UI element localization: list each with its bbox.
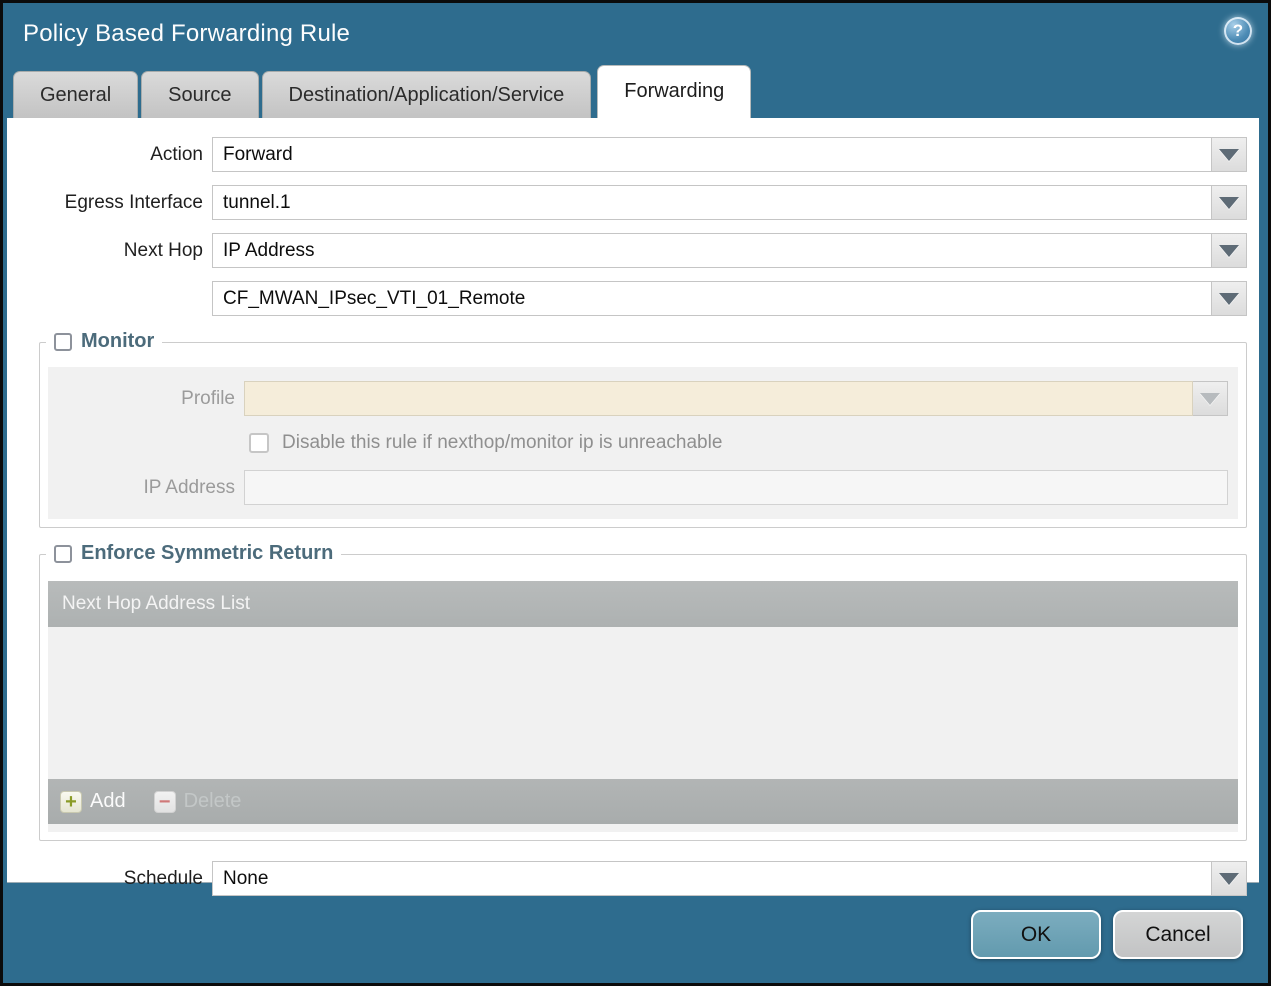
monitor-group: Monitor Profile Disable this rule if nex… — [39, 330, 1247, 528]
disable-rule-label: Disable this rule if nexthop/monitor ip … — [282, 432, 723, 453]
delete-button: − Delete — [153, 790, 241, 813]
next-hop-address-table: Next Hop Address List + Add − Delete — [48, 581, 1238, 832]
egress-interface-dropdown-button[interactable] — [1212, 185, 1247, 220]
chevron-down-icon — [1219, 292, 1239, 305]
profile-label: Profile — [181, 387, 235, 409]
egress-interface-select[interactable]: tunnel.1 — [212, 185, 1212, 220]
monitor-checkbox[interactable] — [54, 332, 72, 351]
add-button[interactable]: + Add — [60, 790, 126, 813]
help-icon[interactable]: ? — [1224, 17, 1252, 45]
next-hop-address-list-body — [48, 627, 1238, 779]
monitor-legend-label: Monitor — [81, 330, 155, 352]
action-dropdown-button[interactable] — [1212, 137, 1247, 172]
table-toolbar: + Add − Delete — [48, 779, 1238, 824]
action-row: Action Forward — [7, 137, 1259, 172]
egress-interface-label: Egress Interface — [64, 191, 203, 213]
chevron-down-icon — [1219, 196, 1239, 209]
titlebar: Policy Based Forwarding Rule ? — [3, 3, 1268, 65]
monitor-ip-address-row: IP Address — [48, 470, 1238, 505]
egress-interface-row: Egress Interface tunnel.1 — [7, 185, 1259, 220]
enforce-symmetric-return-checkbox[interactable] — [54, 544, 72, 563]
chevron-down-icon — [1219, 244, 1239, 257]
cancel-button[interactable]: Cancel — [1113, 910, 1243, 959]
chevron-down-icon — [1219, 148, 1239, 161]
ok-button[interactable]: OK — [971, 910, 1101, 959]
next-hop-type-select[interactable]: IP Address — [212, 233, 1212, 268]
profile-dropdown-button — [1193, 381, 1228, 416]
action-select[interactable]: Forward — [212, 137, 1212, 172]
tab-strip: General Source Destination/Application/S… — [3, 65, 1268, 118]
symmetric-return-legend: Enforce Symmetric Return — [46, 542, 342, 565]
next-hop-address-dropdown-button[interactable] — [1212, 281, 1247, 316]
next-hop-address-list-header: Next Hop Address List — [48, 581, 1238, 627]
tab-source[interactable]: Source — [141, 71, 259, 118]
next-hop-address-row: CF_MWAN_IPsec_VTI_01_Remote — [7, 281, 1259, 316]
profile-select — [244, 381, 1193, 416]
pbf-rule-dialog: Policy Based Forwarding Rule ? General S… — [0, 0, 1271, 986]
monitor-ip-address-label: IP Address — [143, 476, 235, 498]
action-label: Action — [150, 143, 203, 165]
monitor-legend: Monitor — [46, 330, 163, 353]
forwarding-tab-panel: Action Forward Egress Interface tunnel.1… — [7, 118, 1259, 896]
schedule-dropdown-button[interactable] — [1212, 861, 1247, 896]
table-bottom-strip — [48, 824, 1238, 832]
chevron-down-icon — [1219, 872, 1239, 885]
monitor-ip-address-input — [244, 470, 1228, 505]
disable-rule-checkbox — [249, 433, 269, 453]
schedule-row: Schedule None — [7, 861, 1259, 896]
dialog-title: Policy Based Forwarding Rule — [23, 20, 351, 47]
monitor-panel: Profile Disable this rule if nexthop/mon… — [48, 367, 1238, 519]
next-hop-address-select[interactable]: CF_MWAN_IPsec_VTI_01_Remote — [212, 281, 1212, 316]
next-hop-row: Next Hop IP Address — [7, 233, 1259, 268]
symmetric-return-legend-label: Enforce Symmetric Return — [81, 542, 334, 564]
schedule-label: Schedule — [123, 867, 203, 889]
disable-rule-row: Disable this rule if nexthop/monitor ip … — [249, 432, 1238, 454]
chevron-down-icon — [1200, 392, 1220, 405]
tab-general[interactable]: General — [13, 71, 139, 118]
next-hop-type-dropdown-button[interactable] — [1212, 233, 1247, 268]
tab-destination-application-service[interactable]: Destination/Application/Service — [261, 71, 592, 118]
symmetric-return-group: Enforce Symmetric Return Next Hop Addres… — [39, 542, 1247, 841]
add-icon: + — [60, 790, 82, 813]
next-hop-label: Next Hop — [123, 239, 203, 261]
delete-icon: − — [153, 790, 176, 813]
schedule-select[interactable]: None — [212, 861, 1212, 896]
dialog-footer: OK Cancel — [3, 883, 1268, 983]
profile-row: Profile — [48, 381, 1238, 416]
tab-forwarding[interactable]: Forwarding — [597, 65, 752, 118]
